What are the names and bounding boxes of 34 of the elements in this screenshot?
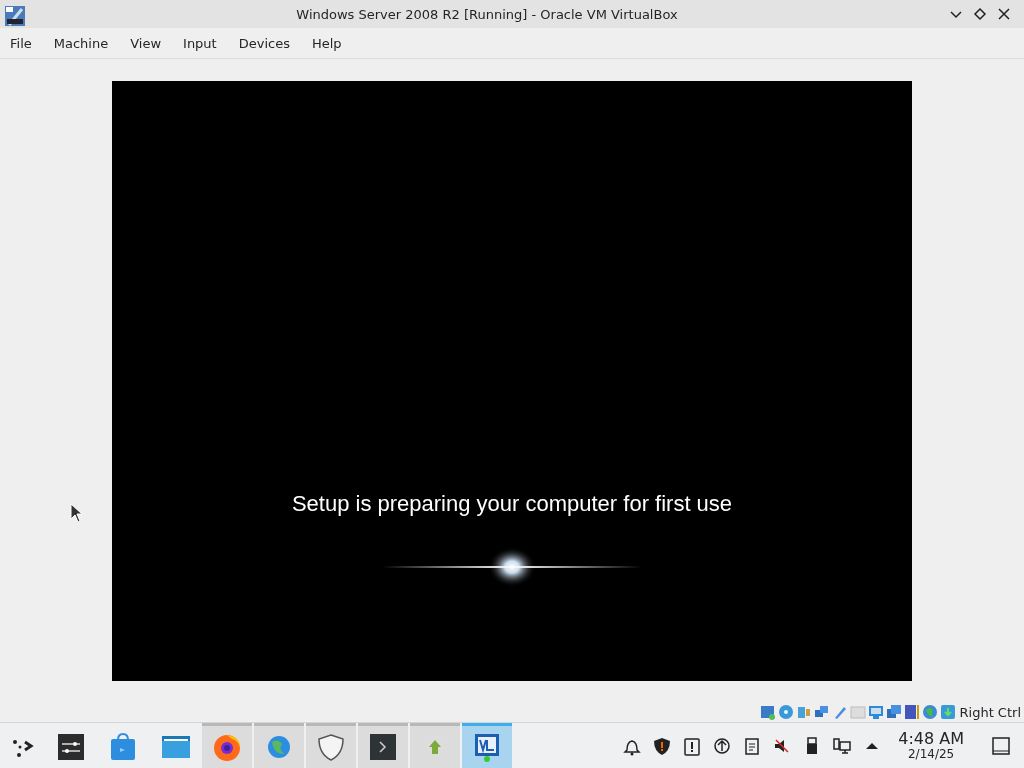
taskbar-button[interactable] [462,723,512,768]
desktop-icon [992,736,1010,755]
shield-icon[interactable] [652,735,673,756]
terminal-icon [368,732,398,762]
maximize-button[interactable] [972,6,988,22]
network-icon[interactable] [832,735,853,756]
shield-icon [316,732,346,762]
upload-icon[interactable] [712,735,733,756]
clock[interactable]: 4:48 AM 2/14/25 [892,730,974,761]
close-icon [996,6,1012,22]
monitor-icon[interactable] [867,704,884,720]
globe-icon[interactable] [921,704,938,720]
setup-message: Setup is preparing your computer for first use [291,490,733,517]
diamond-icon [972,6,988,22]
disc-icon[interactable] [777,704,794,720]
menu-item[interactable]: Machine [45,31,117,55]
clipboard-icon[interactable] [682,735,703,756]
virtualbox-icon [472,732,502,762]
app-icon [4,4,26,27]
menu-item[interactable]: Input [175,31,225,55]
close-button[interactable] [996,6,1012,22]
menu-item[interactable]: Devices [230,31,298,55]
mouse-pointer-icon [70,503,84,523]
sliders-icon [56,732,86,762]
menu-item[interactable]: File [2,31,40,55]
taskbar-button[interactable] [306,723,356,768]
browser-icon [212,732,242,762]
menu-item[interactable]: View [122,31,170,55]
host-key-label: Right Ctrl [959,704,1021,720]
menu-item[interactable]: Help [303,31,350,55]
taskbar-button[interactable] [358,723,408,768]
windows-icon[interactable] [885,704,902,720]
window-title: Windows Server 2008 R2 [Running] - Oracle VM VirtualBox [295,6,679,22]
shopping-bag-icon [108,732,138,762]
